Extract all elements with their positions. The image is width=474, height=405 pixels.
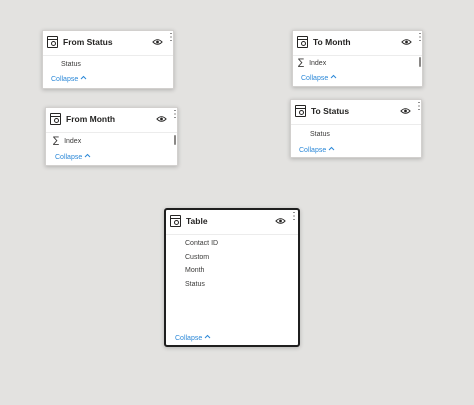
table-icon bbox=[295, 105, 306, 117]
eye-icon[interactable] bbox=[401, 38, 412, 46]
collapse-button[interactable]: Collapse bbox=[51, 75, 87, 83]
table-icon bbox=[170, 215, 181, 227]
sigma-icon: ∑ bbox=[53, 136, 60, 146]
eye-icon[interactable] bbox=[152, 38, 163, 46]
card-header[interactable]: From Month ⋮ bbox=[46, 108, 180, 133]
chevron-up-icon bbox=[330, 74, 337, 79]
collapse-button[interactable]: Collapse bbox=[175, 334, 211, 342]
collapse-label: Collapse bbox=[51, 76, 79, 83]
field-month[interactable]: Month bbox=[185, 267, 204, 274]
card-header[interactable]: To Status ⋮ bbox=[291, 100, 424, 125]
card-title: From Status bbox=[63, 37, 113, 47]
card-header[interactable]: From Status ⋮ bbox=[43, 31, 176, 56]
card-title: To Status bbox=[311, 106, 350, 116]
collapse-label: Collapse bbox=[55, 154, 83, 161]
card-table[interactable]: Table ⋮ Contact ID Custom Month Status C… bbox=[164, 208, 300, 347]
card-to-status[interactable]: To Status ⋮ Status Collapse bbox=[290, 99, 424, 158]
more-options-icon[interactable]: ⋮ bbox=[166, 33, 176, 49]
more-options-icon[interactable]: ⋮ bbox=[415, 33, 425, 49]
collapse-label: Collapse bbox=[175, 335, 203, 342]
field-label: Index bbox=[309, 60, 327, 67]
more-options-icon[interactable]: ⋮ bbox=[414, 102, 424, 118]
field-status[interactable]: Status bbox=[310, 131, 330, 138]
table-icon bbox=[297, 36, 308, 48]
collapse-button[interactable]: Collapse bbox=[301, 74, 337, 82]
sigma-icon: ∑ bbox=[298, 58, 305, 68]
chevron-up-icon bbox=[204, 334, 211, 339]
card-title: From Month bbox=[66, 114, 116, 124]
field-custom[interactable]: Custom bbox=[185, 254, 209, 261]
field-index[interactable]: ∑ Index bbox=[298, 58, 326, 68]
collapse-button[interactable]: Collapse bbox=[299, 146, 335, 154]
field-status[interactable]: Status bbox=[61, 61, 81, 68]
field-contact-id[interactable]: Contact ID bbox=[185, 240, 218, 247]
collapse-button[interactable]: Collapse bbox=[55, 153, 91, 161]
field-label: Index bbox=[64, 138, 82, 145]
eye-icon[interactable] bbox=[275, 217, 286, 225]
more-options-icon[interactable]: ⋮ bbox=[170, 110, 180, 126]
table-icon bbox=[47, 36, 58, 48]
collapse-label: Collapse bbox=[301, 75, 329, 82]
card-from-status[interactable]: From Status ⋮ Status Collapse bbox=[42, 30, 176, 89]
collapse-label: Collapse bbox=[299, 147, 327, 154]
card-title: To Month bbox=[313, 37, 351, 47]
field-index[interactable]: ∑ Index bbox=[53, 136, 81, 146]
chevron-up-icon bbox=[328, 146, 335, 151]
field-status[interactable]: Status bbox=[185, 281, 205, 288]
card-header[interactable]: Table ⋮ bbox=[166, 210, 299, 235]
scrollbar[interactable] bbox=[174, 135, 176, 145]
card-title: Table bbox=[186, 216, 208, 226]
eye-icon[interactable] bbox=[156, 115, 167, 123]
eye-icon[interactable] bbox=[400, 107, 411, 115]
card-header[interactable]: To Month ⋮ bbox=[293, 31, 425, 56]
chevron-up-icon bbox=[80, 75, 87, 80]
table-icon bbox=[50, 113, 61, 125]
card-to-month[interactable]: To Month ⋮ ∑ Index Collapse bbox=[292, 30, 425, 87]
chevron-up-icon bbox=[84, 153, 91, 158]
more-options-icon[interactable]: ⋮ bbox=[289, 212, 299, 228]
scrollbar[interactable] bbox=[419, 57, 421, 67]
card-from-month[interactable]: From Month ⋮ ∑ Index Collapse bbox=[45, 107, 180, 166]
